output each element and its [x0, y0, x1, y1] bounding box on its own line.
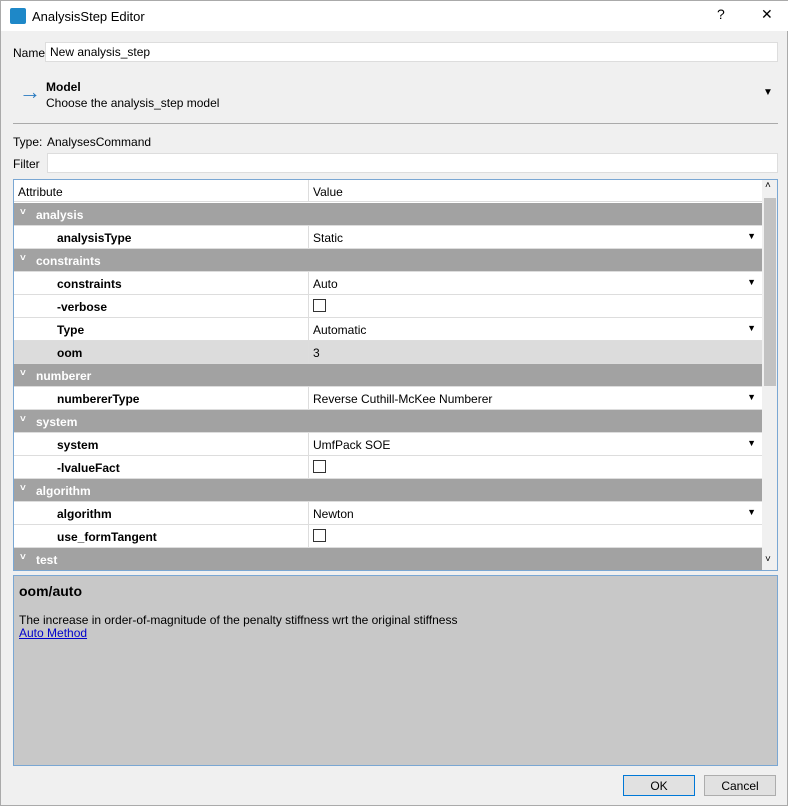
- checkbox[interactable]: [313, 529, 326, 542]
- value-cell[interactable]: [308, 525, 762, 547]
- chevron-down-icon[interactable]: ˅: [20, 552, 26, 563]
- group-name: numberer: [36, 369, 92, 383]
- value-cell[interactable]: Static ▼: [308, 226, 762, 248]
- group-name: test: [36, 553, 58, 567]
- group-row[interactable]: ˅ constraints: [14, 249, 762, 272]
- attribute-table: Attribute Value ˅ analysis analysisType Sta…: [13, 179, 778, 571]
- value-text: Reverse Cuthill-McKee Numberer: [313, 392, 493, 406]
- value-text: 3: [313, 346, 320, 360]
- chevron-down-icon[interactable]: ˅: [20, 483, 26, 494]
- chevron-down-icon[interactable]: ˅: [20, 368, 26, 379]
- app-icon: [10, 8, 26, 24]
- value-cell[interactable]: [308, 456, 762, 478]
- value-cell[interactable]: Auto ▼: [308, 272, 762, 294]
- group-row[interactable]: ˅ algorithm: [14, 479, 762, 502]
- table-row[interactable]: numbererType Reverse Cuthill-McKee Number…: [14, 387, 762, 410]
- close-button[interactable]: ✕: [761, 6, 773, 23]
- group-row[interactable]: ˅ test: [14, 548, 762, 570]
- type-value: AnalysesCommand: [47, 135, 152, 149]
- description-text: The increase in order-of-magnitude of th…: [19, 613, 458, 627]
- group-name: constraints: [36, 254, 101, 268]
- chevron-down-icon[interactable]: ▼: [763, 87, 773, 98]
- checkbox[interactable]: [313, 460, 326, 473]
- table-row[interactable]: Type Automatic ▼: [14, 318, 762, 341]
- description-title: oom/auto: [19, 583, 82, 599]
- model-title: Model: [46, 80, 81, 94]
- dropdown-arrow-icon[interactable]: ▼: [747, 438, 756, 448]
- divider: [13, 123, 778, 124]
- model-selector[interactable]: Model Choose the analysis_step model: [46, 80, 219, 110]
- value-text: Auto: [313, 277, 338, 291]
- attribute-name: algorithm: [57, 507, 112, 521]
- attribute-name: system: [57, 438, 99, 452]
- group-row[interactable]: ˅ system: [14, 410, 762, 433]
- attribute-name: Type: [57, 323, 85, 337]
- value-text: Static: [313, 231, 344, 245]
- value-text: UmfPack SOE: [313, 438, 391, 452]
- attribute-name: -verbose: [57, 300, 108, 314]
- group-name: algorithm: [36, 484, 91, 498]
- table-row[interactable]: -lvalueFact: [14, 456, 762, 479]
- model-subtitle: Choose the analysis_step model: [46, 96, 220, 110]
- group-name: system: [36, 415, 78, 429]
- value-cell[interactable]: Reverse Cuthill-McKee Numberer ▼: [308, 387, 762, 409]
- arrow-right-icon: →: [19, 79, 41, 104]
- table-row[interactable]: oom 3: [14, 341, 762, 364]
- attribute-name: numbererType: [57, 392, 140, 406]
- filter-input[interactable]: [47, 153, 778, 173]
- table-row[interactable]: use_formTangent: [14, 525, 762, 548]
- header-value[interactable]: Value: [308, 180, 347, 202]
- scroll-down-icon[interactable]: ˅: [765, 554, 771, 565]
- ok-button[interactable]: OK: [623, 775, 695, 796]
- scroll-up-icon[interactable]: ˄: [765, 180, 771, 191]
- attribute-name: use_formTangent: [57, 530, 157, 544]
- auto-method-link[interactable]: Auto Method: [19, 626, 87, 640]
- attribute-name: analysisType: [57, 231, 132, 245]
- table-row[interactable]: -verbose: [14, 295, 762, 318]
- group-name: analysis: [36, 208, 84, 222]
- header-attribute[interactable]: Attribute: [18, 185, 63, 199]
- table-row[interactable]: analysisType Static ▼: [14, 226, 762, 249]
- value-text: Automatic: [313, 323, 367, 337]
- dropdown-arrow-icon[interactable]: ▼: [747, 507, 756, 517]
- chevron-down-icon[interactable]: ˅: [20, 207, 26, 218]
- group-row[interactable]: ˅ analysis: [14, 203, 762, 226]
- value-cell[interactable]: 3: [308, 341, 762, 363]
- name-input[interactable]: [45, 42, 778, 62]
- value-text: Newton: [313, 507, 354, 521]
- dropdown-arrow-icon[interactable]: ▼: [747, 231, 756, 241]
- table-row[interactable]: algorithm Newton ▼: [14, 502, 762, 525]
- attribute-name: -lvalueFact: [57, 461, 120, 475]
- name-label: Name: [13, 46, 46, 60]
- dropdown-arrow-icon[interactable]: ▼: [747, 392, 756, 402]
- dropdown-arrow-icon[interactable]: ▼: [747, 323, 756, 333]
- window-title: AnalysisStep Editor: [32, 9, 145, 24]
- table-header: Attribute Value: [14, 180, 762, 202]
- scrollbar-thumb[interactable]: [764, 198, 776, 386]
- attribute-name: constraints: [57, 277, 122, 291]
- filter-label: Filter: [13, 157, 40, 171]
- cancel-button[interactable]: Cancel: [704, 775, 776, 796]
- group-row[interactable]: ˅ numberer: [14, 364, 762, 387]
- help-button[interactable]: ?: [717, 6, 725, 22]
- table-row[interactable]: system UmfPack SOE ▼: [14, 433, 762, 456]
- table-row[interactable]: constraints Auto ▼: [14, 272, 762, 295]
- chevron-down-icon[interactable]: ˅: [20, 414, 26, 425]
- type-label: Type:: [13, 135, 43, 149]
- checkbox[interactable]: [313, 299, 326, 312]
- dropdown-arrow-icon[interactable]: ▼: [747, 277, 756, 287]
- description-panel: oom/auto The increase in order-of-magnit…: [13, 575, 778, 766]
- attribute-name: oom: [57, 346, 83, 360]
- chevron-down-icon[interactable]: ˅: [20, 253, 26, 264]
- value-cell[interactable]: Newton ▼: [308, 502, 762, 524]
- value-cell[interactable]: UmfPack SOE ▼: [308, 433, 762, 455]
- value-cell[interactable]: Automatic ▼: [308, 318, 762, 340]
- value-cell[interactable]: [308, 295, 762, 317]
- title-bar: AnalysisStep Editor ? ✕: [1, 1, 788, 31]
